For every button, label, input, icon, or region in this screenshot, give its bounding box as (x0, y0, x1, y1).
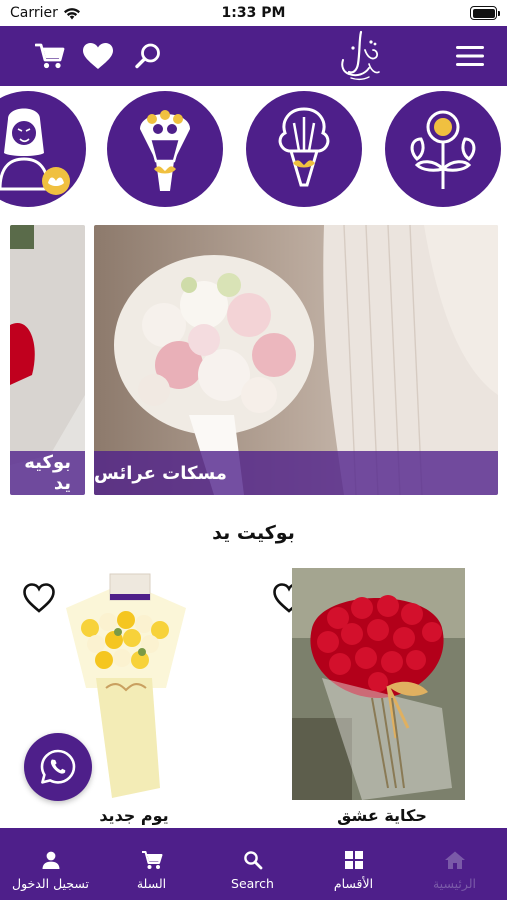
round-bouquet-icon (140, 110, 190, 191)
category-bride[interactable] (0, 91, 86, 207)
status-time: 1:33 PM (221, 5, 286, 21)
status-bar: Carrier 1:33 PM (0, 0, 507, 26)
cart-icon (141, 851, 162, 869)
whatsapp-icon (40, 749, 76, 784)
cart-icon (35, 43, 65, 69)
bride-icon (0, 108, 70, 195)
section-title: بوكيت يد (212, 522, 295, 544)
tab-login[interactable]: تسجيل الدخول (0, 828, 101, 900)
tab-label: الأقسام (333, 876, 374, 891)
battery-icon (470, 6, 500, 20)
cart-button[interactable] (32, 38, 68, 74)
search-button[interactable] (130, 38, 166, 74)
product-name: يوم جديد (99, 806, 169, 825)
person-icon (42, 851, 59, 869)
banner-caption: مسكات عرائس (94, 451, 498, 495)
menu-icon (456, 46, 484, 66)
app-header (0, 26, 507, 86)
home-icon (444, 851, 465, 869)
tab-home[interactable]: الرئيسية (404, 828, 505, 900)
category-carousel[interactable] (0, 86, 507, 211)
heart-icon (83, 43, 113, 69)
tab-cart[interactable]: السلة (101, 828, 202, 900)
product-image (292, 568, 465, 800)
heart-outline-icon (23, 583, 55, 613)
flower-bouquet-icon (278, 107, 330, 187)
banner-caption: بوكيه يد (10, 451, 85, 495)
tab-label: السلة (136, 876, 167, 891)
tab-label: Search (231, 876, 274, 891)
bottom-tab-bar: تسجيل الدخول السلة Search الأقسام الرئيس… (0, 828, 507, 900)
category-round-bouquet[interactable] (107, 91, 223, 207)
category-flowers[interactable] (385, 91, 501, 207)
tab-search[interactable]: Search (202, 828, 303, 900)
product-card[interactable]: حكاية عشق (262, 560, 502, 830)
menu-button[interactable] (452, 38, 488, 74)
logo (331, 30, 385, 82)
product-name: حكاية عشق (337, 806, 427, 825)
tab-label: تسجيل الدخول (11, 876, 90, 891)
category-flower-bouquet[interactable] (246, 91, 362, 207)
banner-hand-bouquet[interactable]: بوكيه يد (10, 225, 85, 495)
favorites-button[interactable] (80, 38, 116, 74)
favorite-button[interactable] (22, 582, 56, 614)
tab-label: الرئيسية (432, 876, 477, 891)
search-icon (135, 43, 160, 69)
search-icon (243, 851, 262, 870)
flowers-icon (410, 110, 476, 189)
banner-bridal-bouquets[interactable]: مسكات عرائس (94, 225, 498, 495)
tab-categories[interactable]: الأقسام (303, 828, 404, 900)
grid-icon (344, 851, 363, 869)
whatsapp-button[interactable] (24, 733, 92, 801)
